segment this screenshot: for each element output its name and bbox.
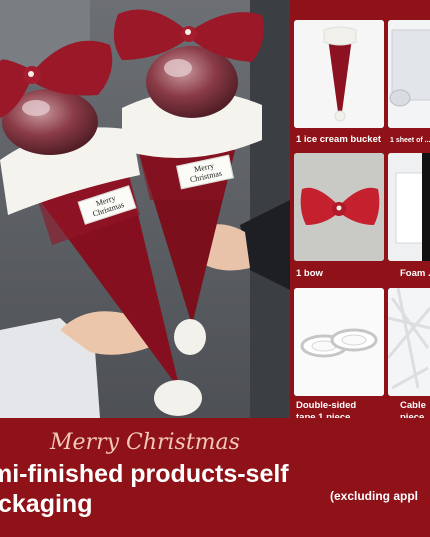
greeting-text: Merry Christmas (50, 430, 240, 455)
product-photo: Merry Christmas Merry Christmas (0, 0, 290, 418)
item-caption: Foam ... (400, 268, 430, 279)
item-caption: Double-sided (296, 400, 357, 411)
cable-ties-icon (388, 288, 430, 396)
bottom-banner: Merry Christmas mi-finished products-sel… (0, 418, 430, 537)
included-items-grid: 1 ice cream bucket 1 sheet of ... 1 bow (290, 0, 430, 423)
banner-title-line1: mi-finished products-self (0, 460, 289, 488)
red-bow-icon (294, 153, 384, 261)
item-caption: 1 bow (296, 268, 323, 279)
double-sided-tape-icon (294, 288, 384, 396)
transparent-film-roll-icon (388, 20, 430, 128)
item-caption: Cable (400, 400, 426, 411)
foam-roll-icon (388, 153, 430, 261)
ice-cream-bucket-icon (294, 20, 384, 128)
product-image: Merry Christmas Merry Christmas 1 ice cr… (0, 0, 430, 537)
christmas-cones-illustration (0, 0, 290, 418)
exclusion-note: (excluding appl (330, 489, 419, 503)
item-caption: 1 sheet of ... (390, 137, 430, 144)
banner-title-line2: ckaging (0, 490, 93, 518)
item-caption: 1 ice cream bucket (296, 134, 382, 145)
